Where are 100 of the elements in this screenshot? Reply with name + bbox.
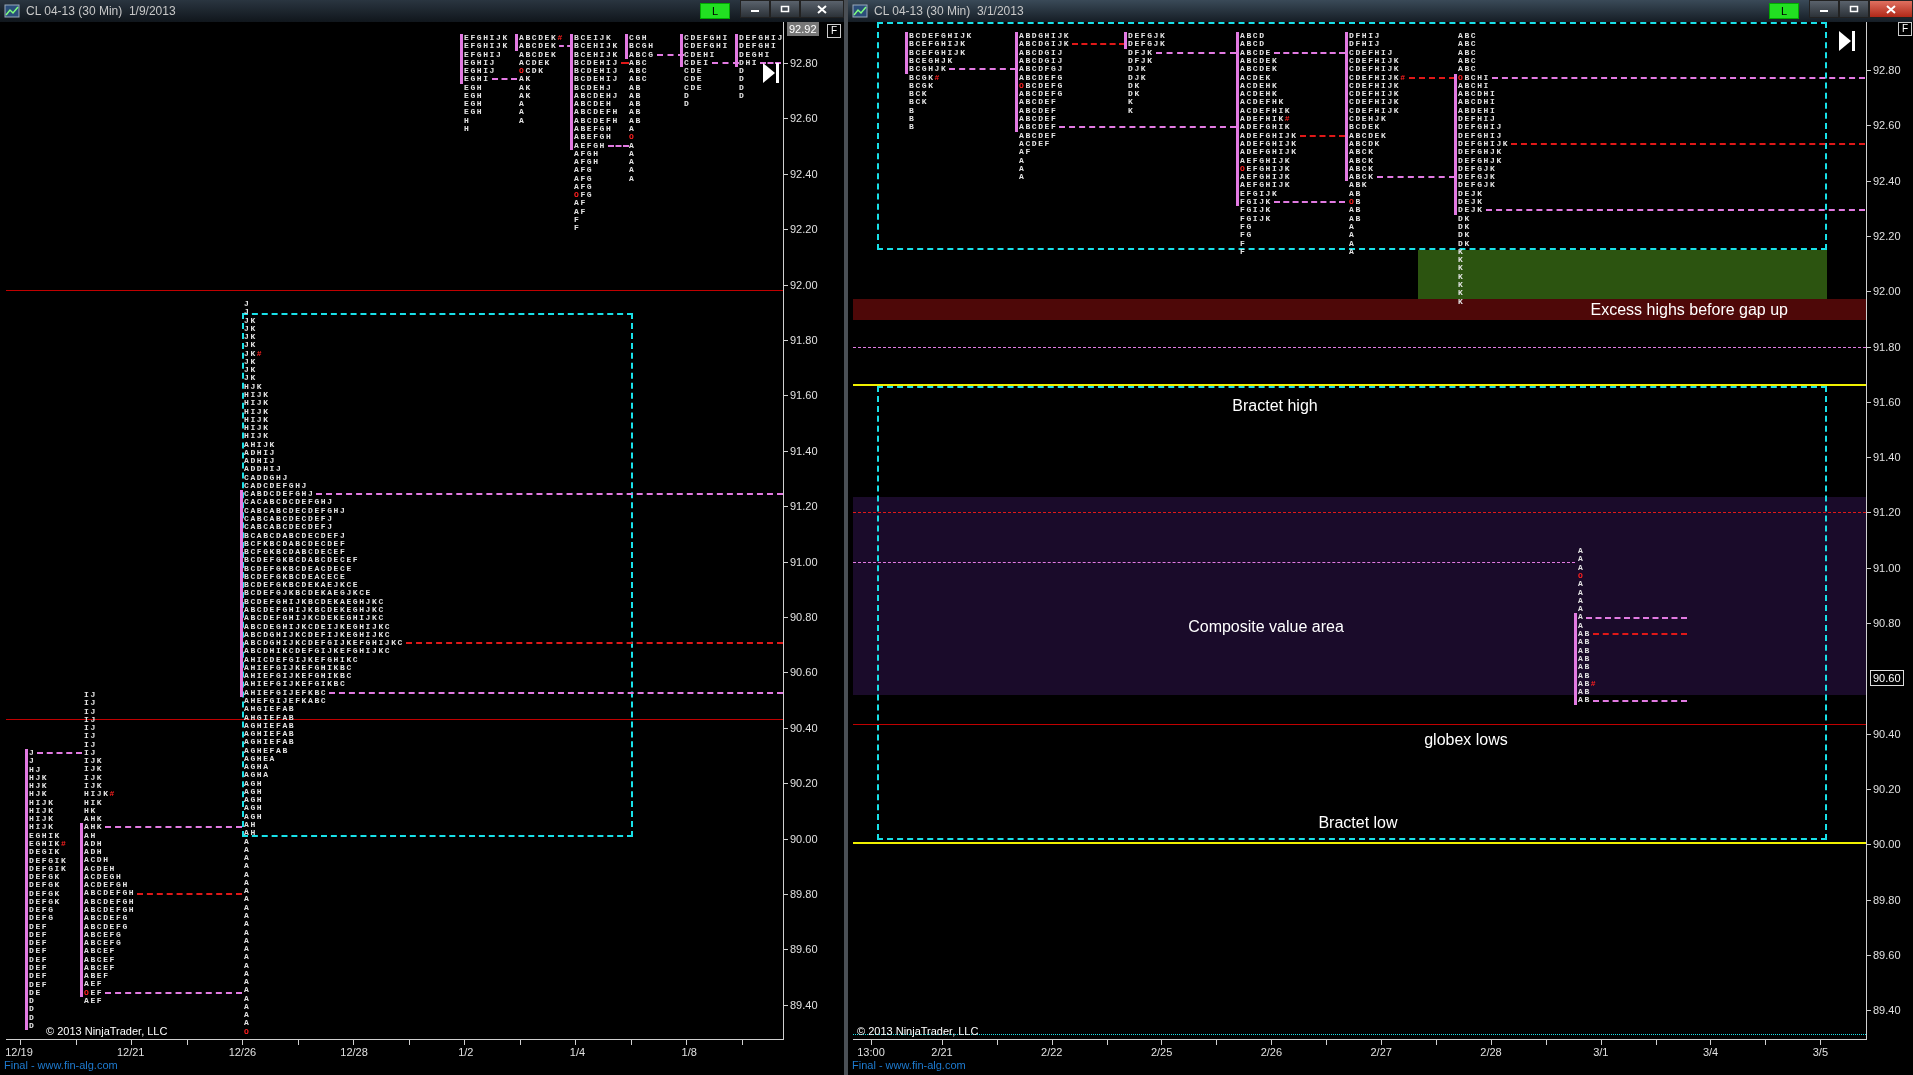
tpo-row: ABCDEK bbox=[519, 50, 558, 59]
close-button[interactable] bbox=[1869, 0, 1913, 18]
tpo-row: ABC bbox=[1458, 65, 1478, 74]
f-button[interactable]: F bbox=[1898, 22, 1912, 36]
tpo-row: CDEFHIJK bbox=[1349, 65, 1401, 74]
tpo-row: CDEFHIJK bbox=[1349, 98, 1401, 107]
tpo-row: AGHA bbox=[244, 763, 270, 772]
tpo-row: D bbox=[29, 1013, 36, 1022]
price-label: 92.00 bbox=[1873, 284, 1901, 299]
value-area-bar bbox=[735, 34, 738, 68]
tpo-row: ADDHIJ bbox=[244, 465, 283, 474]
price-label: 91.40 bbox=[790, 443, 818, 458]
tpo-row: A bbox=[629, 158, 636, 167]
price-label: 90.20 bbox=[790, 776, 818, 791]
price-label: 89.60 bbox=[790, 942, 818, 957]
tpo-row: EGHI bbox=[464, 75, 490, 84]
maximize-button[interactable] bbox=[1839, 0, 1869, 18]
date-label: 3/1 bbox=[1592, 1046, 1610, 1058]
tpo-row: ABCDEK bbox=[1349, 131, 1388, 140]
tpo-row: AGH bbox=[244, 779, 264, 788]
f-button[interactable]: F bbox=[827, 24, 841, 38]
tpo-row: A bbox=[244, 854, 251, 863]
tpo-row: AGHA bbox=[244, 771, 270, 780]
tpo-row: AB bbox=[1578, 688, 1591, 697]
tpo-row: AEFGH bbox=[574, 141, 606, 150]
tpo-row: BCFKBCDABCDECDEF bbox=[244, 539, 347, 549]
window-title: CL 04-13 (30 Min) 1/9/2013 bbox=[26, 4, 176, 18]
last-price-flag: 90.60 bbox=[1870, 670, 1904, 687]
tpo-row: HIJK bbox=[244, 424, 270, 433]
tpo-row: AHK bbox=[84, 815, 104, 824]
tpo-row: BCK bbox=[909, 98, 929, 107]
play-to-end-icon bbox=[762, 62, 780, 84]
price-label: 90.20 bbox=[1873, 781, 1901, 796]
tpo-row: AK bbox=[519, 83, 532, 92]
tpo-row: A bbox=[1019, 156, 1026, 165]
price-label: 90.40 bbox=[790, 720, 818, 735]
tpo-row: K bbox=[1458, 272, 1465, 281]
tpo-row: CDE bbox=[684, 75, 704, 84]
close-button[interactable] bbox=[800, 0, 844, 18]
tpo-row: BCEFGHIJK bbox=[909, 40, 967, 49]
tpo-row: AF bbox=[1019, 148, 1032, 157]
minimize-button[interactable] bbox=[1809, 0, 1839, 18]
value-area-bar bbox=[460, 34, 463, 84]
chart-label: globex lows bbox=[1424, 731, 1508, 749]
tpo-row: BCK bbox=[909, 90, 929, 99]
value-area-line bbox=[37, 752, 82, 755]
tpo-row: J bbox=[29, 749, 36, 758]
tpo-row: CABCABCDECDEFGHJ bbox=[244, 506, 347, 515]
tpo-row: AB bbox=[1578, 696, 1591, 705]
tpo-row: B bbox=[909, 123, 916, 132]
tpo-row: ADH bbox=[84, 839, 104, 849]
minimize-button[interactable] bbox=[740, 0, 770, 18]
tpo-row: DFJK bbox=[1128, 56, 1154, 66]
tpo-row: A bbox=[244, 1019, 251, 1028]
value-area-bar bbox=[515, 34, 518, 51]
maximize-button[interactable] bbox=[770, 0, 800, 18]
tpo-row: HIJK bbox=[29, 823, 55, 832]
price-label: 92.80 bbox=[1873, 63, 1901, 77]
close-icon bbox=[1886, 4, 1896, 14]
tpo-row: DEFGHJK bbox=[1458, 156, 1503, 165]
tpo-row: ADH bbox=[84, 848, 104, 857]
tpo-row: ACDEFHK bbox=[1240, 98, 1285, 107]
tpo-row: ABCDGHIJKCDEFIJKEGHIJKC bbox=[244, 630, 392, 640]
tpo-row: BCFGKBCDABCDECEF bbox=[244, 548, 347, 557]
tpo-row: CDEFHIJ bbox=[1349, 48, 1394, 57]
tpo-row: F bbox=[1240, 247, 1247, 257]
tpo-row: ABEF bbox=[84, 972, 110, 981]
price-label: 90.00 bbox=[1873, 837, 1901, 852]
tpo-row: ACDEF bbox=[1019, 139, 1051, 149]
tpo-row: A bbox=[244, 1011, 251, 1020]
tpo-row: CGH bbox=[629, 34, 649, 43]
tpo-row: JK bbox=[244, 366, 257, 375]
tpo-row: ABC bbox=[629, 67, 649, 76]
mode-button[interactable]: L bbox=[700, 3, 730, 19]
mode-button[interactable]: L bbox=[1769, 3, 1799, 19]
tpo-row: DEJK bbox=[1458, 189, 1484, 198]
tpo-row: ABCDEFGH bbox=[84, 906, 136, 915]
tpo-row: BCEIJK bbox=[574, 34, 613, 43]
tpo-row: AGH bbox=[244, 804, 264, 813]
tpo-row: DK bbox=[1458, 239, 1471, 248]
close-mark: # bbox=[61, 838, 68, 848]
tpo-row: ABCDHI bbox=[1458, 98, 1497, 107]
tpo-row: H bbox=[464, 124, 471, 134]
tpo-row: CDEFHIJK bbox=[1349, 106, 1401, 115]
tpo-row: EGHIJ bbox=[464, 67, 496, 76]
tpo-row: ABCDEF bbox=[1019, 98, 1058, 107]
tpo-row: ABCDEFH bbox=[574, 108, 619, 117]
tpo-row: AEFGHIJK bbox=[1240, 156, 1292, 165]
tpo-row: B bbox=[909, 106, 916, 115]
tpo-row: ABCEF bbox=[84, 955, 116, 964]
tpo-row: DHI bbox=[739, 58, 759, 68]
tpo-row: HIJK bbox=[244, 432, 270, 441]
tpo-row: ABCDEF bbox=[1019, 106, 1058, 115]
tpo-row: BCDEFGHIJKBCDEKAEGHJKC bbox=[244, 597, 385, 606]
tpo-row: CDEFHIJK bbox=[1349, 72, 1401, 82]
tpo-row: ABCEF bbox=[84, 947, 116, 956]
tpo-row: DEFGJK bbox=[1458, 173, 1497, 182]
tpo-row: BCDEFGKBCDEACDECE bbox=[244, 564, 353, 573]
date-label: 2/25 bbox=[1149, 1046, 1174, 1058]
tpo-row: ABCDEFG bbox=[1019, 90, 1064, 99]
